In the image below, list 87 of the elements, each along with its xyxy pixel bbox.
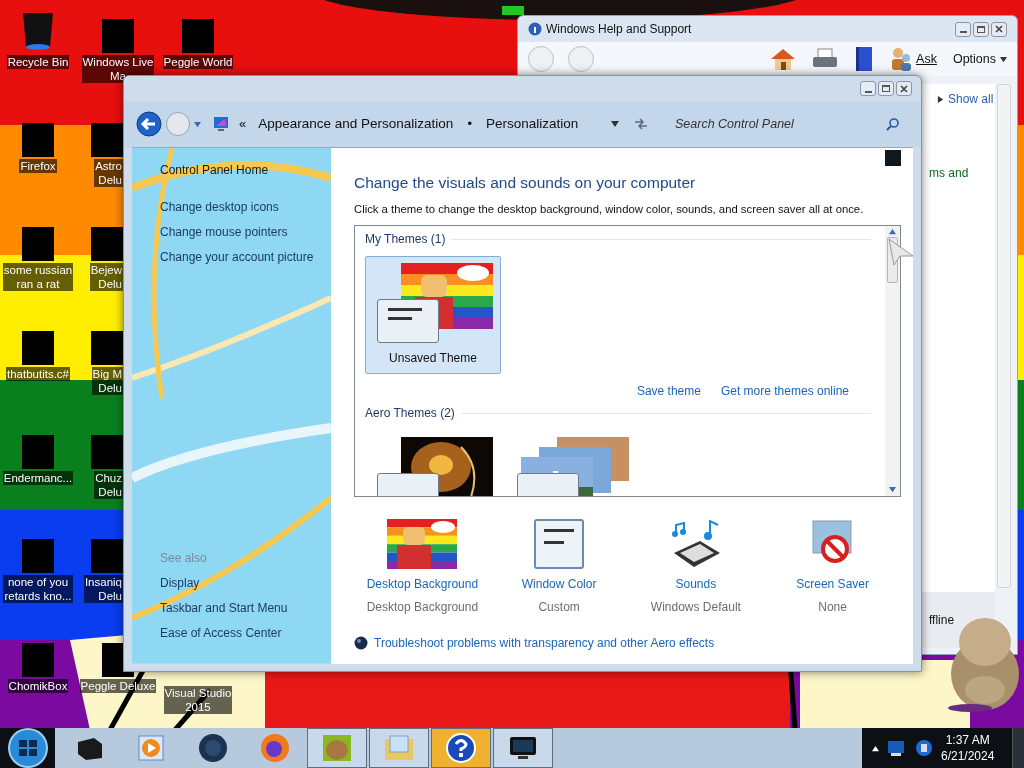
printer-icon[interactable] [812, 48, 839, 70]
setting-link[interactable]: Sounds [675, 575, 717, 594]
music-keyboard-icon [669, 519, 722, 570]
sidebar-link[interactable]: Change mouse pointers [160, 223, 331, 241]
show-all-link[interactable]: Show all [948, 90, 994, 108]
description: Click a theme to change the desktop background, window color, sounds, and screen saver all at once. [354, 202, 865, 218]
scroll-up-icon[interactable] [889, 228, 896, 236]
window-preview [377, 299, 439, 344]
sidebar-link[interactable]: Display [160, 574, 331, 592]
search-icon [886, 117, 899, 131]
maximize-button[interactable] [878, 81, 894, 96]
icon-label[interactable]: Firefox [19, 159, 57, 173]
close-button[interactable] [896, 81, 912, 96]
hamster-icon[interactable] [322, 734, 352, 762]
icon-label[interactable]: Big M Delu [91, 367, 123, 395]
taskbar-button[interactable] [493, 728, 553, 768]
ask-button[interactable]: Ask [916, 49, 937, 69]
setting-value: Windows Default [650, 599, 741, 617]
window-icon [534, 519, 585, 570]
close-icon [900, 84, 908, 93]
help-thumbnail-icon [885, 150, 901, 166]
history-dropdown-icon[interactable] [194, 120, 201, 128]
minimize-button[interactable] [955, 21, 971, 37]
text-fragment: ms and [929, 165, 970, 182]
setting-link[interactable]: Window Color [521, 575, 597, 594]
troubleshoot-link[interactable]: Troubleshoot problems with transparency and other Aero effects [374, 634, 715, 653]
theme-link[interactable]: Get more themes online [720, 382, 849, 401]
expand-arrow-icon [937, 95, 944, 103]
refresh-icon[interactable] [633, 117, 649, 131]
scroll-down-icon[interactable] [889, 486, 896, 494]
icon-label[interactable]: Endermanc... [2, 471, 74, 485]
icon-label[interactable]: Insaniq Delu [83, 575, 123, 603]
globe-icon [354, 636, 368, 651]
sidebar-link[interactable]: Taskbar and Start Menu [160, 599, 331, 617]
people-icon[interactable] [890, 47, 913, 71]
clock-time[interactable]: 1:37 AM [945, 732, 990, 748]
window-title: Windows Help and Support [546, 21, 692, 38]
group-heading: Aero Themes (2) [365, 405, 455, 423]
icon-label[interactable]: Recycle Bin [6, 55, 70, 69]
options-menu[interactable]: Options [952, 49, 1007, 69]
icon-label[interactable]: Chuz Delu [94, 471, 123, 499]
breadcrumb-separator: • [467, 115, 472, 134]
monitor-icon [213, 116, 229, 132]
icon-label[interactable]: Astro Delu [94, 159, 123, 187]
speaker-icon[interactable] [915, 739, 933, 757]
close-button[interactable] [991, 21, 1007, 37]
taskbar-button[interactable] [431, 728, 491, 768]
setting-value: Custom [538, 599, 580, 617]
icon-label[interactable]: ChomikBox [7, 679, 69, 693]
monitor-icon[interactable] [508, 735, 538, 761]
globe-icon[interactable] [198, 733, 228, 763]
book-icon[interactable] [854, 46, 875, 72]
group-heading: My Themes (1) [365, 231, 446, 249]
section-label: See also [160, 550, 208, 567]
network-icon[interactable] [887, 739, 907, 757]
setting-value: None [818, 599, 847, 617]
address-dropdown-icon[interactable] [611, 120, 619, 128]
search-field[interactable]: Search Control Panel [665, 111, 909, 137]
sidebar-link[interactable]: Change your account picture [160, 248, 331, 266]
clock-date[interactable]: 6/21/2024 [941, 748, 995, 764]
theme-name: Unsaved Theme [389, 350, 477, 368]
breadcrumb-item[interactable]: Appearance and Personalization [258, 113, 454, 135]
help-icon [528, 22, 542, 36]
icon-label[interactable]: Bejew Delu [89, 263, 123, 291]
close-icon [995, 25, 1003, 33]
sidebar-link[interactable]: Ease of Access Center [160, 624, 331, 642]
back-button[interactable] [136, 111, 162, 137]
help-icon[interactable] [446, 733, 476, 763]
house-icon[interactable] [770, 47, 797, 71]
setting-link[interactable]: Desktop Background [366, 575, 479, 594]
caret-icon [1000, 55, 1007, 63]
minimize-button[interactable] [860, 81, 876, 96]
setting-value: Desktop Background [366, 599, 479, 617]
icon-label[interactable]: Peggle World [162, 55, 234, 69]
breadcrumb-item[interactable]: Personalization [485, 113, 579, 135]
icon-label[interactable]: none of you retards kno... [3, 575, 73, 603]
page-heading: Change the visuals and sounds on your computer [354, 173, 697, 193]
icon-label[interactable]: thatbutits.c# [6, 367, 70, 381]
maximize-button[interactable] [973, 21, 989, 37]
firefox-icon[interactable] [260, 733, 290, 763]
theme-link[interactable]: Save theme [636, 382, 701, 401]
theme-tile[interactable]: Unsaved Theme [365, 256, 501, 375]
setting-link[interactable]: Screen Saver [796, 575, 869, 594]
icon-label[interactable]: some russian ran a rat [2, 263, 74, 291]
breadcrumb-overflow[interactable]: « [239, 114, 247, 134]
status-text: ffline [929, 612, 955, 629]
tray-arrow-icon[interactable] [872, 744, 879, 752]
